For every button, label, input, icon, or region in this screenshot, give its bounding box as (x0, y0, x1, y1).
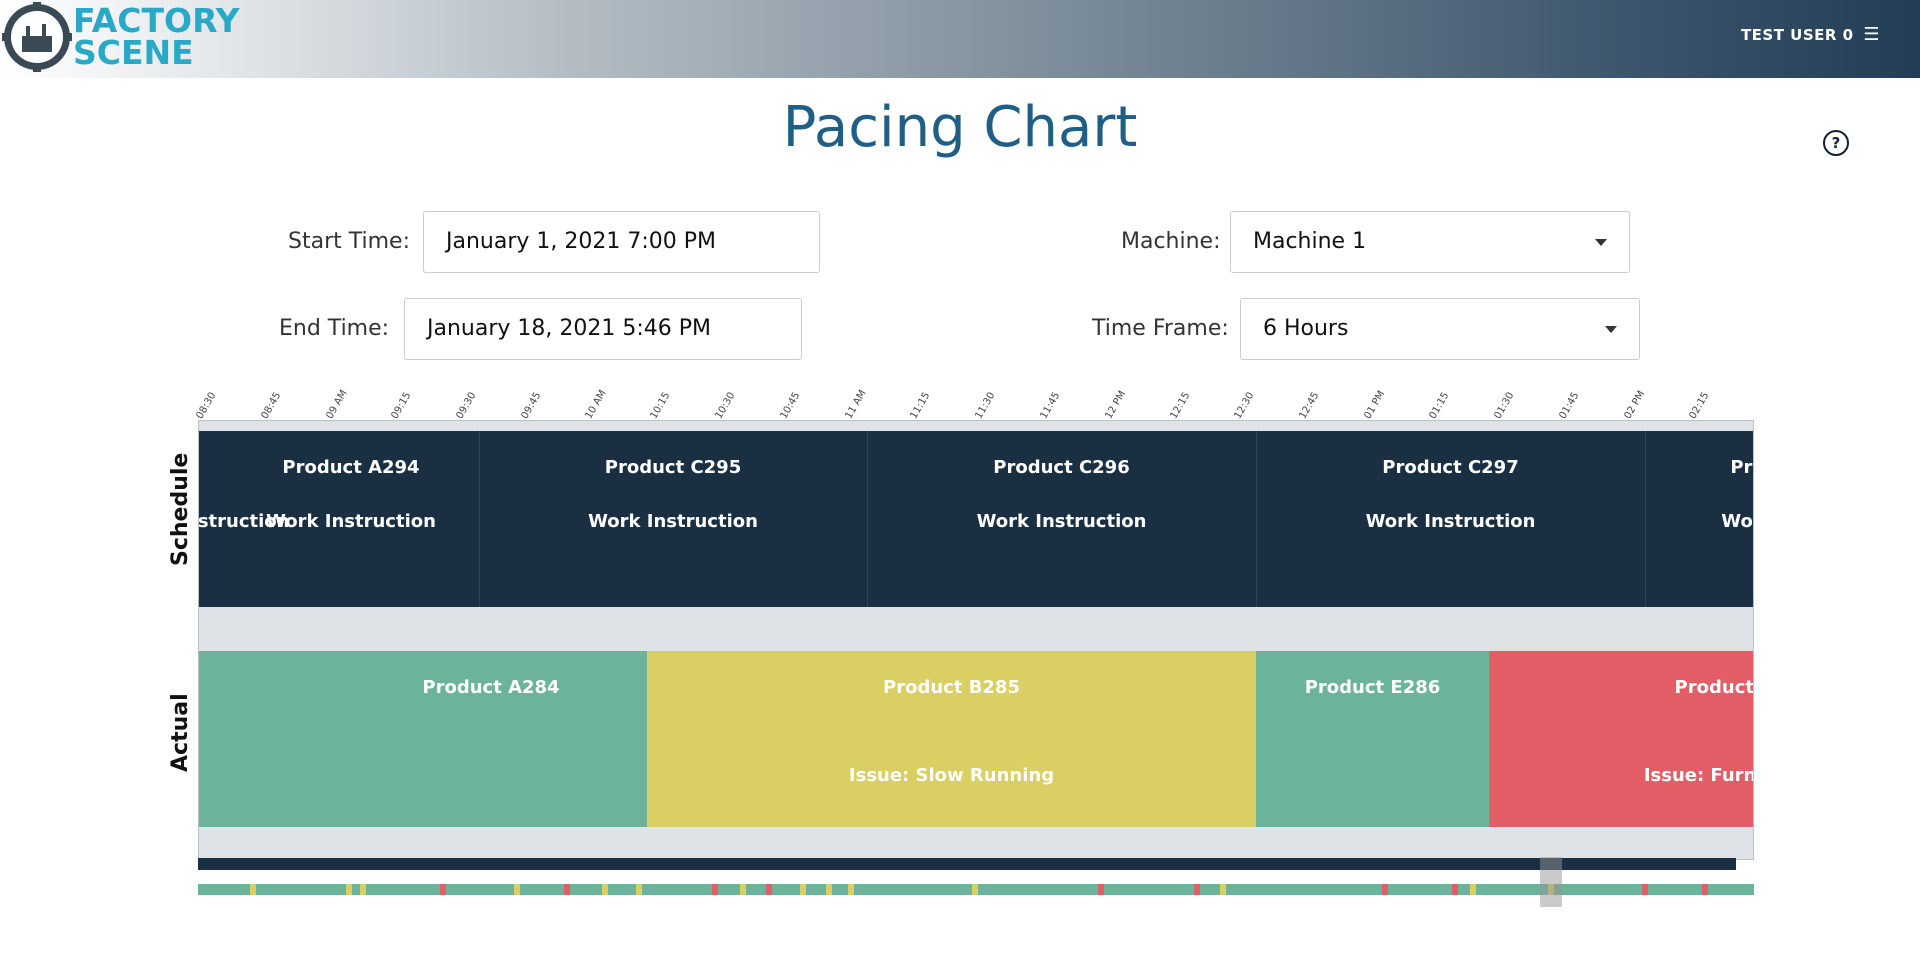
time-tick-label: 11:30 (973, 390, 998, 421)
overview-status-mark (740, 884, 746, 895)
machine-select[interactable]: Machine 1 (1230, 211, 1630, 273)
machine-label: Machine: (1121, 229, 1221, 254)
overview-status-mark (1382, 884, 1388, 895)
overview-status-mark (800, 884, 806, 895)
overview-status-mark (514, 884, 520, 895)
time-tick-label: 09:45 (518, 390, 543, 421)
pacing-chart[interactable]: nstruction Product A294Work InstructionP… (198, 420, 1754, 860)
time-tick-label: 11:15 (908, 390, 933, 421)
overview-status-mark (636, 884, 642, 895)
schedule-product-label[interactable]: Product C295 (605, 457, 741, 478)
actual-product-label: Product B285 (883, 677, 1020, 698)
overview-status-mark (250, 884, 256, 895)
overview-status-mark (1452, 884, 1458, 895)
schedule-row-label: Schedule (168, 452, 193, 566)
time-tick-label: 09 AM (324, 388, 350, 421)
overview-status-mark (346, 884, 352, 895)
overview-status-mark (1098, 884, 1104, 895)
time-tick-label: 02:15 (1687, 390, 1712, 421)
time-tick-label: 11:45 (1038, 390, 1063, 421)
end-time-input[interactable]: January 18, 2021 5:46 PM (404, 298, 802, 360)
actual-product-label: Product E286 (1304, 677, 1441, 698)
time-tick-label: 08:45 (259, 390, 284, 421)
overview-status-mark (766, 884, 772, 895)
schedule-product-label[interactable]: Product C296 (993, 457, 1129, 478)
overview-status-mark (712, 884, 718, 895)
overview-status-mark (1194, 884, 1200, 895)
schedule-divider (479, 431, 480, 607)
time-tick-label: 09:30 (454, 390, 479, 421)
schedule-note-label[interactable]: Work Instruction (1366, 511, 1536, 532)
time-frame-label: Time Frame: (1092, 316, 1229, 341)
overview-status-mark (1642, 884, 1648, 895)
schedule-divider (1256, 431, 1257, 607)
actual-product-label: Product C (1674, 677, 1754, 698)
schedule-note-label[interactable]: Work Instruction (588, 511, 758, 532)
schedule-divider (867, 431, 868, 607)
schedule-product-label[interactable]: Prod (1730, 457, 1753, 478)
time-frame-select[interactable]: 6 Hours (1240, 298, 1640, 360)
overview-status-mark (1470, 884, 1476, 895)
time-tick-label: 12:30 (1232, 390, 1257, 421)
schedule-note-label[interactable]: Work Instruction (266, 511, 436, 532)
time-tick-label: 01:30 (1492, 390, 1517, 421)
app-header: FACTORY SCENE TEST USER 0 ☰ (0, 0, 1920, 78)
page-title: Pacing Chart (782, 95, 1138, 160)
time-tick-label: 12:15 (1167, 390, 1192, 421)
overview-schedule-strip[interactable] (198, 858, 1736, 870)
actual-product-label: Product A284 (422, 677, 560, 698)
schedule-note-label[interactable]: Work Instruction (977, 511, 1147, 532)
brand-line-2: SCENE (73, 33, 194, 72)
time-tick-label: 12:45 (1297, 390, 1322, 421)
overview-status-mark (602, 884, 608, 895)
caret-down-icon (1605, 326, 1617, 333)
overview-status-mark (1702, 884, 1708, 895)
actual-issue-label: Issue: Furnance (1643, 765, 1754, 786)
overview-status-mark (440, 884, 446, 895)
schedule-product-label[interactable]: Product A294 (282, 457, 419, 478)
time-frame-select-value: 6 Hours (1263, 316, 1349, 341)
schedule-note-label[interactable]: Work I (1721, 511, 1753, 532)
caret-down-icon (1595, 239, 1607, 246)
time-tick-label: 08:30 (194, 390, 219, 421)
overview-status-mark (972, 884, 978, 895)
actual-issue-label: Issue: Slow Running (848, 765, 1055, 786)
time-tick-label: 01:45 (1557, 390, 1582, 421)
time-axis: 08:30 08:45 09 AM 09:15 09:30 09:45 10 AM 10:15… (194, 380, 1754, 421)
user-menu[interactable]: TEST USER 0 ☰ (1741, 24, 1880, 45)
actual-row-label: Actual (168, 693, 193, 772)
time-tick-label: 10:45 (778, 390, 803, 421)
factory-logo-icon[interactable] (2, 2, 72, 72)
time-tick-label: 11 AM (843, 388, 869, 421)
schedule-divider (1645, 431, 1646, 607)
actual-segment[interactable] (199, 651, 333, 827)
hamburger-icon[interactable]: ☰ (1863, 24, 1880, 45)
time-tick-label: 02 PM (1622, 389, 1648, 421)
help-circle-icon[interactable]: ? (1823, 130, 1849, 156)
overview-actual-strip[interactable] (198, 884, 1754, 895)
brand-name[interactable]: FACTORY SCENE (73, 4, 240, 72)
overview-status-mark (826, 884, 832, 895)
machine-select-value: Machine 1 (1253, 229, 1367, 254)
start-time-label: Start Time: (288, 229, 410, 254)
user-name: TEST USER 0 (1740, 26, 1854, 44)
time-tick-label: 09:15 (389, 390, 414, 421)
time-tick-label: 10:30 (713, 390, 738, 421)
overview-status-mark (1220, 884, 1226, 895)
schedule-product-label[interactable]: Product C297 (1382, 457, 1518, 478)
overview-status-mark (360, 884, 366, 895)
start-time-input[interactable]: January 1, 2021 7:00 PM (423, 211, 820, 273)
time-tick-label: 01:15 (1427, 390, 1452, 421)
overview-status-mark (848, 884, 854, 895)
time-tick-label: 01 PM (1362, 389, 1388, 421)
overview-brush-handle[interactable] (1540, 857, 1562, 907)
overview-status-mark (564, 884, 570, 895)
time-tick-label: 10 AM (583, 388, 610, 421)
time-tick-label: 12 PM (1103, 389, 1128, 421)
time-tick-label: 10:15 (648, 390, 673, 421)
end-time-label: End Time: (279, 316, 390, 341)
